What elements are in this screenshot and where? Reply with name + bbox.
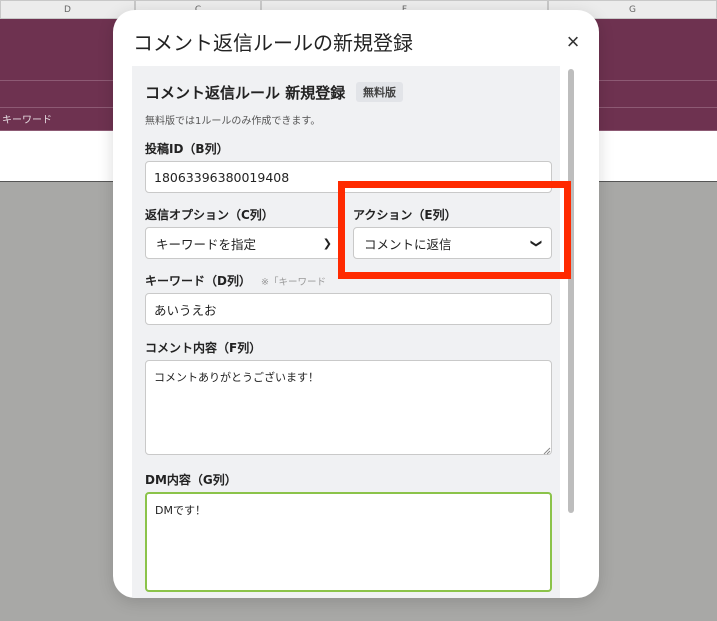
- dialog-title: コメント返信ルールの新規登録: [133, 31, 413, 55]
- keyword-hint: ※「キーワード: [261, 277, 326, 288]
- free-plan-note: 無料版では1ルールのみ作成できます。: [145, 116, 321, 127]
- keyword-input[interactable]: [145, 293, 552, 325]
- column-header-d[interactable]: D: [0, 0, 135, 19]
- resize-grip-icon[interactable]: [543, 447, 551, 455]
- scrollbar[interactable]: [566, 67, 575, 589]
- free-plan-badge: 無料版: [356, 82, 403, 102]
- form-panel: コメント返信ルール 新規登録 無料版 無料版では1ルールのみ作成できます。 投稿…: [132, 66, 560, 598]
- reply-option-label: 返信オプション（C列）: [145, 208, 274, 222]
- post-id-label: 投稿ID（B列）: [145, 142, 229, 156]
- section-title: コメント返信ルール 新規登録: [145, 84, 346, 102]
- close-icon[interactable]: ×: [559, 28, 587, 56]
- scrollbar-thumb[interactable]: [568, 69, 574, 513]
- rule-register-dialog: コメント返信ルールの新規登録 × コメント返信ルール 新規登録 無料版 無料版で…: [113, 10, 599, 598]
- reply-option-value: キーワードを指定: [156, 236, 257, 252]
- action-value: コメントに返信: [364, 236, 452, 252]
- dm-textarea[interactable]: DMです！: [145, 492, 552, 592]
- chevron-down-icon: ❯: [322, 236, 332, 250]
- post-id-input[interactable]: [145, 161, 552, 193]
- action-label: アクション（E列）: [353, 208, 457, 222]
- reply-option-select[interactable]: キーワードを指定 ❯: [145, 227, 343, 259]
- action-select[interactable]: コメントに返信 ❯: [353, 227, 552, 259]
- comment-textarea[interactable]: コメントありがとうございます！: [145, 360, 552, 455]
- comment-label: コメント内容（F列）: [145, 341, 262, 355]
- chevron-down-icon: ❯: [529, 238, 543, 248]
- keyword-cell[interactable]: キーワード: [2, 111, 52, 126]
- dm-label: DM内容（G列）: [145, 473, 237, 487]
- keyword-label: キーワード（D列）: [145, 274, 251, 288]
